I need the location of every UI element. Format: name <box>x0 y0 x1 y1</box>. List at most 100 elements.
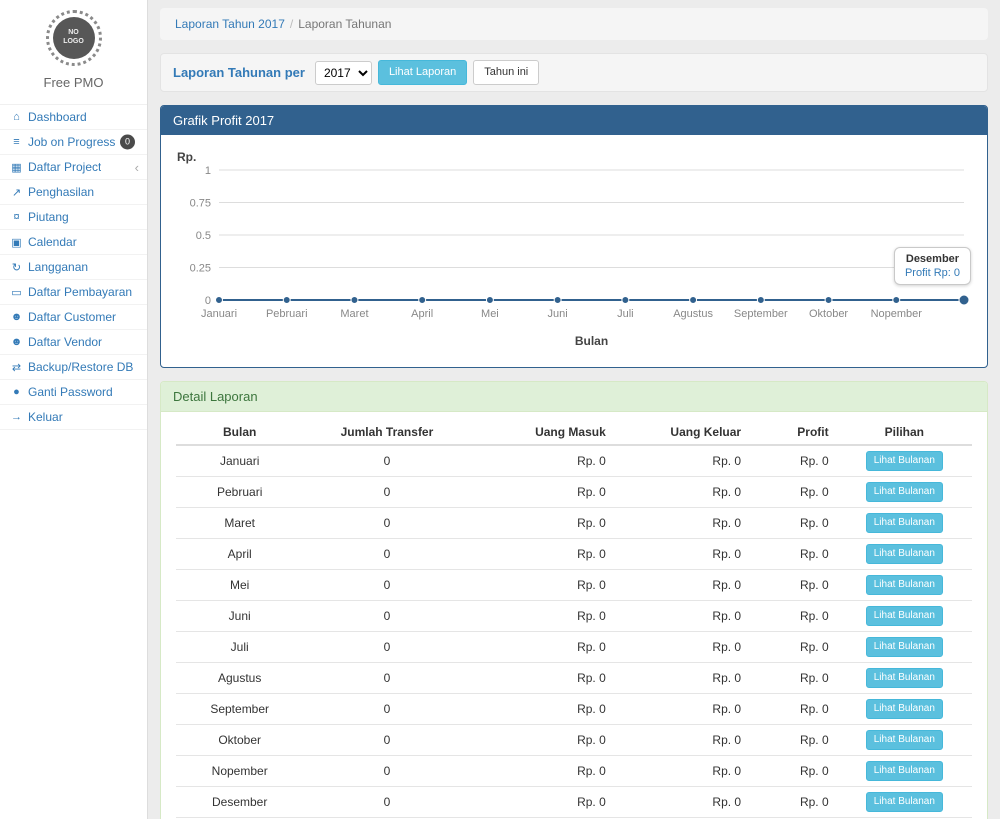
table-cell-action: Lihat Bulanan <box>837 508 972 539</box>
table-cell: Rp. 0 <box>614 445 749 477</box>
lihat-bulanan-button[interactable]: Lihat Bulanan <box>866 761 943 781</box>
table-cell: 0 <box>303 445 470 477</box>
main-content: Laporan Tahun 2017/Laporan Tahunan Lapor… <box>148 0 1000 819</box>
sidebar-item-label: Job on Progress <box>28 135 115 149</box>
table-cell: 0 <box>303 725 470 756</box>
sidebar-item-label: Piutang <box>28 210 69 224</box>
table-cell: 0 <box>303 570 470 601</box>
table-cell: Pebruari <box>176 477 303 508</box>
table-cell: Rp. 0 <box>614 477 749 508</box>
lihat-laporan-button[interactable]: Lihat Laporan <box>378 60 467 85</box>
lihat-bulanan-button[interactable]: Lihat Bulanan <box>866 513 943 533</box>
table-cell: Rp. 0 <box>471 725 614 756</box>
table-cell: 0 <box>303 601 470 632</box>
table-cell: Rp. 0 <box>614 787 749 818</box>
table-cell: Rp. 0 <box>471 508 614 539</box>
table-cell: Rp. 0 <box>749 601 837 632</box>
lihat-bulanan-button[interactable]: Lihat Bulanan <box>866 451 943 471</box>
breadcrumb-link-year[interactable]: Laporan Tahun 2017 <box>175 17 285 31</box>
table-cell: Rp. 0 <box>471 570 614 601</box>
breadcrumb-separator: / <box>290 17 293 31</box>
table-cell: Juni <box>176 601 303 632</box>
table-cell: Rp. 0 <box>749 477 837 508</box>
lihat-bulanan-button[interactable]: Lihat Bulanan <box>866 699 943 719</box>
col-header: Jumlah Transfer <box>303 420 470 445</box>
sidebar-item-label: Calendar <box>28 235 77 249</box>
col-header: Bulan <box>176 420 303 445</box>
report-table: BulanJumlah TransferUang MasukUang Kelua… <box>176 420 972 819</box>
lihat-bulanan-button[interactable]: Lihat Bulanan <box>866 482 943 502</box>
table-cell: Rp. 0 <box>749 756 837 787</box>
refresh-icon: ⇄ <box>9 361 24 374</box>
sidebar-item-keluar[interactable]: →Keluar <box>0 405 147 430</box>
table-cell: 0 <box>303 663 470 694</box>
sidebar-item-label: Daftar Project <box>28 160 101 174</box>
table-cell: Rp. 0 <box>749 570 837 601</box>
table-cell: 0 <box>303 787 470 818</box>
sidebar-menu: ⌂Dashboard≡Job on Progress0▦Daftar Proje… <box>0 104 147 430</box>
lihat-bulanan-button[interactable]: Lihat Bulanan <box>866 730 943 750</box>
app-logo: NO LOGO <box>46 10 102 66</box>
table-row: Nopember0Rp. 0Rp. 0Rp. 0Lihat Bulanan <box>176 756 972 787</box>
table-cell: Rp. 0 <box>749 632 837 663</box>
lock-icon: ● <box>9 386 24 398</box>
svg-text:0: 0 <box>205 295 211 307</box>
sidebar-item-ganti-password[interactable]: ●Ganti Password <box>0 380 147 405</box>
lihat-bulanan-button[interactable]: Lihat Bulanan <box>866 575 943 595</box>
sidebar-item-penghasilan[interactable]: ↗Penghasilan <box>0 180 147 205</box>
chevron-left-icon: ‹ <box>135 160 139 175</box>
lihat-bulanan-button[interactable]: Lihat Bulanan <box>866 606 943 626</box>
year-select[interactable]: 2017 <box>315 61 372 85</box>
sidebar-item-backup-restore-db[interactable]: ⇄Backup/Restore DB <box>0 355 147 380</box>
svg-text:0.75: 0.75 <box>190 198 211 210</box>
sidebar-item-daftar-vendor[interactable]: ☻Daftar Vendor <box>0 330 147 355</box>
table-cell: Rp. 0 <box>471 663 614 694</box>
logo-text: NO LOGO <box>61 29 87 47</box>
count-badge: 0 <box>120 135 135 150</box>
svg-text:Oktober: Oktober <box>809 308 848 320</box>
sidebar-item-calendar[interactable]: ▣Calendar <box>0 230 147 255</box>
table-row: April0Rp. 0Rp. 0Rp. 0Lihat Bulanan <box>176 539 972 570</box>
line-chart-icon: ↗ <box>9 186 24 199</box>
table-cell: Rp. 0 <box>749 663 837 694</box>
lihat-bulanan-button[interactable]: Lihat Bulanan <box>866 637 943 657</box>
lihat-bulanan-button[interactable]: Lihat Bulanan <box>866 668 943 688</box>
table-row: Januari0Rp. 0Rp. 0Rp. 0Lihat Bulanan <box>176 445 972 477</box>
table-cell: 0 <box>303 632 470 663</box>
sidebar-item-daftar-pembayaran[interactable]: ▭Daftar Pembayaran <box>0 280 147 305</box>
sidebar-item-daftar-customer[interactable]: ☻Daftar Customer <box>0 305 147 330</box>
table-cell: Rp. 0 <box>614 508 749 539</box>
brand-name: Free PMO <box>0 75 147 90</box>
lihat-bulanan-button[interactable]: Lihat Bulanan <box>866 792 943 812</box>
sidebar: NO LOGO Free PMO ⌂Dashboard≡Job on Progr… <box>0 0 148 819</box>
sidebar-item-langganan[interactable]: ↻Langganan <box>0 255 147 280</box>
detail-body: BulanJumlah TransferUang MasukUang Kelua… <box>161 412 987 819</box>
chart-panel-title: Grafik Profit 2017 <box>161 106 987 135</box>
sidebar-item-label: Keluar <box>28 410 63 424</box>
report-filter-bar: Laporan Tahunan per 2017 Lihat Laporan T… <box>160 53 988 92</box>
sidebar-item-dashboard[interactable]: ⌂Dashboard <box>0 105 147 130</box>
col-header: Uang Masuk <box>471 420 614 445</box>
table-cell: Rp. 0 <box>471 445 614 477</box>
table-cell: Agustus <box>176 663 303 694</box>
sidebar-item-job-on-progress[interactable]: ≡Job on Progress0 <box>0 130 147 155</box>
table-cell: Rp. 0 <box>749 508 837 539</box>
svg-text:Pebruari: Pebruari <box>266 308 308 320</box>
table-row: Juni0Rp. 0Rp. 0Rp. 0Lihat Bulanan <box>176 601 972 632</box>
table-cell: Nopember <box>176 756 303 787</box>
svg-text:Agustus: Agustus <box>673 308 713 320</box>
sidebar-item-label: Daftar Vendor <box>28 335 102 349</box>
sidebar-item-piutang[interactable]: ¤Piutang <box>0 205 147 230</box>
table-cell-action: Lihat Bulanan <box>837 725 972 756</box>
table-cell: 0 <box>303 539 470 570</box>
table-cell: Rp. 0 <box>749 694 837 725</box>
tahun-ini-button[interactable]: Tahun ini <box>473 60 539 85</box>
sidebar-item-daftar-project[interactable]: ▦Daftar Project‹ <box>0 155 147 180</box>
lihat-bulanan-button[interactable]: Lihat Bulanan <box>866 544 943 564</box>
table-cell: Maret <box>176 508 303 539</box>
table-row: Maret0Rp. 0Rp. 0Rp. 0Lihat Bulanan <box>176 508 972 539</box>
table-cell: Rp. 0 <box>471 756 614 787</box>
table-cell-action: Lihat Bulanan <box>837 756 972 787</box>
tooltip-text: Profit Rp: 0 <box>905 267 960 279</box>
table-cell-action: Lihat Bulanan <box>837 632 972 663</box>
